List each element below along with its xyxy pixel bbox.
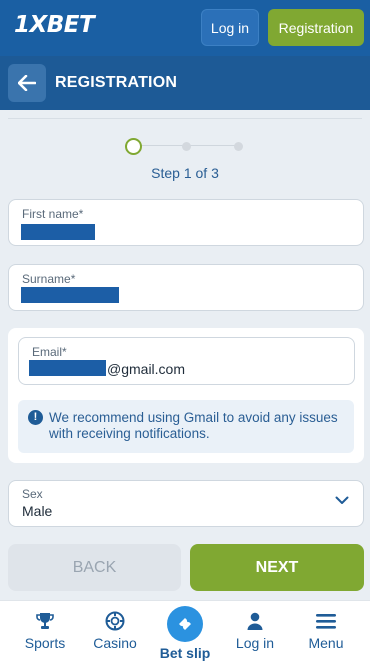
surname-label: Surname* xyxy=(22,272,76,286)
page-title: REGISTRATION xyxy=(55,74,178,91)
tab-label: Log in xyxy=(235,635,275,651)
trophy-icon xyxy=(36,613,54,629)
hamburger-icon xyxy=(316,614,336,629)
top-header: 1XBET Log in Registration xyxy=(0,0,370,56)
tab-casino[interactable]: Casino xyxy=(78,611,152,651)
registration-button[interactable]: Registration xyxy=(268,9,364,46)
first-name-field[interactable]: First name* xyxy=(8,199,364,246)
page-title-bar: REGISTRATION xyxy=(0,56,370,110)
surname-redacted-value xyxy=(21,287,119,303)
first-name-label: First name* xyxy=(22,207,84,221)
brand-logo[interactable]: 1XBET xyxy=(14,12,95,38)
email-label: Email* xyxy=(32,345,67,359)
user-icon xyxy=(247,612,263,630)
tab-sports[interactable]: Sports xyxy=(8,611,82,651)
email-section: Email* @gmail.com ! We recommend using G… xyxy=(8,328,364,463)
info-icon: ! xyxy=(28,410,43,425)
email-field[interactable]: Email* @gmail.com xyxy=(18,337,355,385)
first-name-redacted-value xyxy=(21,224,95,240)
back-button[interactable]: BACK xyxy=(8,544,181,591)
bottom-tab-bar: Sports Casino Bet slip Log in Menu xyxy=(0,600,370,662)
tab-label: Menu xyxy=(308,635,344,651)
email-redacted-value xyxy=(29,360,106,376)
tab-login[interactable]: Log in xyxy=(218,611,292,651)
step-line xyxy=(142,145,242,146)
registration-form: Step 1 of 3 First name* Surname* Email* … xyxy=(0,110,370,600)
sex-label: Sex xyxy=(22,487,43,501)
sex-select[interactable]: Sex Male xyxy=(8,480,364,527)
next-button[interactable]: NEXT xyxy=(190,544,364,591)
tab-menu[interactable]: Menu xyxy=(289,611,363,651)
chevron-down-icon xyxy=(335,496,349,504)
arrow-left-icon xyxy=(18,75,36,91)
gmail-notice: ! We recommend using Gmail to avoid any … xyxy=(18,400,354,453)
step-indicator xyxy=(125,138,250,158)
step-1-dot xyxy=(125,138,142,155)
sex-value: Male xyxy=(22,503,53,519)
login-button[interactable]: Log in xyxy=(201,9,259,46)
tab-label: Sports xyxy=(24,635,66,651)
casino-chip-icon xyxy=(105,611,125,631)
ticket-icon xyxy=(179,618,191,630)
surname-field[interactable]: Surname* xyxy=(8,264,364,311)
tab-bet-slip[interactable] xyxy=(167,606,203,642)
step-counter: Step 1 of 3 xyxy=(151,165,219,181)
tab-label: Bet slip xyxy=(159,645,211,661)
notice-text: We recommend using Gmail to avoid any is… xyxy=(49,410,338,441)
step-3-dot xyxy=(234,142,243,151)
divider xyxy=(8,118,362,119)
email-domain: @gmail.com xyxy=(107,361,186,377)
step-2-dot xyxy=(182,142,191,151)
back-arrow-button[interactable] xyxy=(8,64,46,102)
tab-label: Casino xyxy=(93,635,137,651)
